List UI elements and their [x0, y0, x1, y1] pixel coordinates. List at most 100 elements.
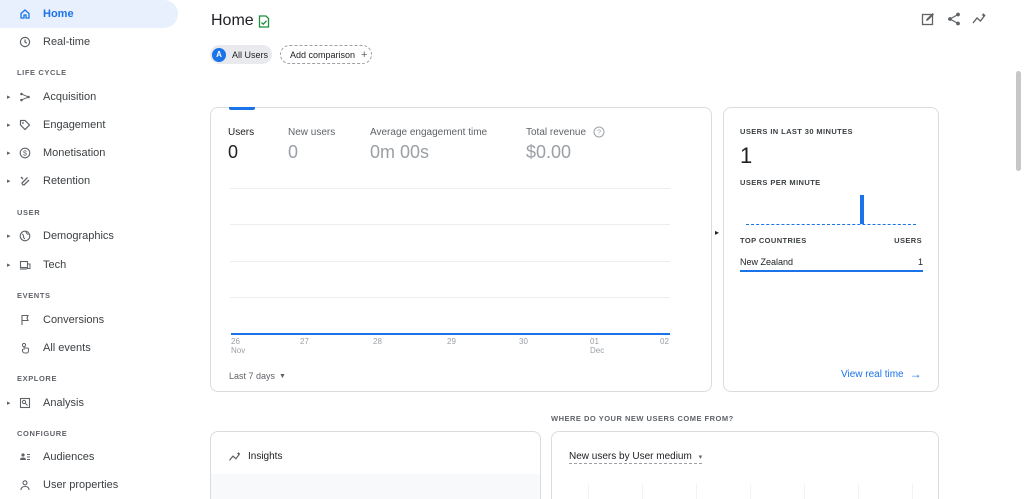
audiences-icon: [18, 450, 32, 464]
metric-value-new-users: 0: [288, 142, 299, 162]
view-real-time-label: View real time: [841, 368, 904, 380]
realtime-card: USERS IN LAST 30 MINUTES 1 USERS PER MIN…: [723, 107, 939, 392]
chart-gridline: [696, 484, 697, 499]
sidebar-item-label: Home: [43, 8, 74, 20]
metric-tab-new-users[interactable]: New users: [288, 127, 335, 138]
plus-icon: +: [361, 48, 368, 61]
sidebar: Home Real-time LIFE CYCLE ▸ Acquisition …: [0, 0, 186, 499]
insights-card: Insights: [210, 431, 541, 499]
mouse-cursor-icon: ▸: [715, 228, 720, 237]
x-tick-label: 27: [300, 337, 309, 346]
chart-gridline: [750, 484, 751, 499]
realtime-users-title: USERS IN LAST 30 MINUTES: [740, 127, 853, 136]
metric-value-users: 0: [228, 142, 239, 162]
view-real-time-link[interactable]: View real time →: [841, 367, 922, 381]
edit-report-icon[interactable]: [920, 11, 936, 27]
acquisition-icon: [18, 90, 32, 104]
insights-icon: [228, 450, 243, 468]
sidebar-item-demographics[interactable]: ▸ Demographics: [0, 222, 178, 250]
x-tick-label: 26 Nov: [231, 337, 246, 355]
analysis-icon: [18, 396, 32, 410]
sidebar-item-retention[interactable]: ▸ Retention: [0, 167, 178, 195]
metric-value-total-revenue: $0.00: [526, 142, 572, 162]
chart-gridline: [230, 297, 670, 298]
sidebar-item-audiences[interactable]: Audiences: [0, 443, 178, 471]
sidebar-item-label: Real-time: [43, 36, 91, 48]
section-heading-user: USER: [17, 208, 41, 217]
section-heading-configure: CONFIGURE: [17, 429, 68, 438]
expand-caret-icon: ▸: [7, 94, 11, 101]
sidebar-item-monetisation[interactable]: ▸ $ Monetisation: [0, 139, 178, 167]
chart-gridline: [588, 484, 589, 499]
section-heading-events: EVENTS: [17, 291, 51, 300]
sidebar-item-conversions[interactable]: Conversions: [0, 306, 178, 334]
x-tick-label: 02: [660, 337, 669, 346]
clock-icon: [18, 35, 32, 49]
segment-chip-all-users[interactable]: A All Users: [210, 45, 272, 64]
sidebar-item-label: Engagement: [43, 119, 106, 131]
globe-icon: [18, 229, 32, 243]
insights-icon[interactable]: [972, 11, 988, 27]
dropdown-arrow-icon: ▼: [279, 372, 286, 380]
section-heading-explore: EXPLORE: [17, 374, 58, 383]
sidebar-item-engagement[interactable]: ▸ Engagement: [0, 111, 178, 139]
chart-gridline: [230, 261, 670, 262]
metrics-overview-card: Users 0 New users 0 Average engagement t…: [210, 107, 712, 392]
users-column-header: USERS: [894, 236, 922, 245]
country-name: New Zealand: [740, 257, 794, 267]
expand-caret-icon: ▸: [7, 178, 11, 185]
selected-metric-indicator: [229, 107, 255, 110]
country-bar: [740, 270, 923, 272]
top-countries-title: TOP COUNTRIES: [740, 236, 807, 245]
page-title: Home: [211, 12, 254, 29]
page-scrollbar[interactable]: [1016, 71, 1021, 171]
sidebar-item-tech[interactable]: ▸ Tech: [0, 251, 178, 279]
metric-tab-engagement-time[interactable]: Average engagement time: [370, 127, 487, 138]
sidebar-item-user-properties[interactable]: User properties: [0, 471, 178, 499]
acquisition-question: WHERE DO YOUR NEW USERS COME FROM?: [551, 414, 734, 423]
share-icon[interactable]: [946, 11, 962, 27]
add-comparison-label: Add comparison: [290, 49, 356, 60]
sidebar-item-all-events[interactable]: All events: [0, 334, 178, 362]
svg-text:$: $: [23, 150, 27, 157]
sidebar-item-label: Audiences: [43, 451, 95, 463]
sidebar-item-label: Retention: [43, 175, 91, 187]
date-range-select[interactable]: Last 7 days ▼: [229, 371, 286, 381]
realtime-users-value: 1: [740, 143, 753, 168]
sidebar-item-acquisition[interactable]: ▸ Acquisition: [0, 83, 178, 111]
date-range-label: Last 7 days: [229, 371, 276, 381]
metric-tab-total-revenue[interactable]: Total revenue: [526, 127, 586, 138]
expand-caret-icon: ▸: [7, 233, 11, 240]
sidebar-item-analysis[interactable]: ▸ Analysis: [0, 389, 178, 417]
x-tick-label: 01 Dec: [590, 337, 605, 355]
metric-tab-users[interactable]: Users: [228, 127, 254, 138]
users-series-line: [231, 333, 670, 335]
chart-gridline: [230, 224, 670, 225]
insights-title: Insights: [248, 451, 283, 462]
chart-gridline: [804, 484, 805, 499]
section-heading-life-cycle: LIFE CYCLE: [17, 68, 67, 77]
add-comparison-button[interactable]: Add comparison +: [280, 45, 372, 64]
sidebar-item-real-time[interactable]: Real-time: [0, 28, 178, 56]
help-icon[interactable]: ?: [593, 125, 605, 143]
expand-caret-icon: ▸: [7, 150, 11, 157]
segment-label: All Users: [232, 49, 269, 60]
segment-avatar: A: [212, 47, 226, 62]
user-medium-select[interactable]: New users by User medium ▾: [569, 451, 703, 464]
arrow-right-icon: →: [909, 367, 922, 381]
expand-caret-icon: ▸: [7, 400, 11, 407]
sidebar-item-label: Monetisation: [43, 147, 106, 159]
dollar-icon: $: [18, 146, 32, 160]
sidebar-item-label: User properties: [43, 479, 119, 491]
x-tick-label: 28: [373, 337, 382, 346]
user-medium-label: New users by User medium: [569, 451, 692, 462]
per-minute-axis: [746, 224, 916, 225]
flag-icon: [18, 313, 32, 327]
home-icon: [18, 7, 32, 21]
tag-icon: [18, 118, 32, 132]
sidebar-item-label: Demographics: [43, 230, 114, 242]
sidebar-item-home[interactable]: Home: [0, 0, 178, 28]
user-properties-icon: [18, 478, 32, 492]
per-minute-bar: [860, 195, 864, 224]
chart-gridline: [858, 484, 859, 499]
